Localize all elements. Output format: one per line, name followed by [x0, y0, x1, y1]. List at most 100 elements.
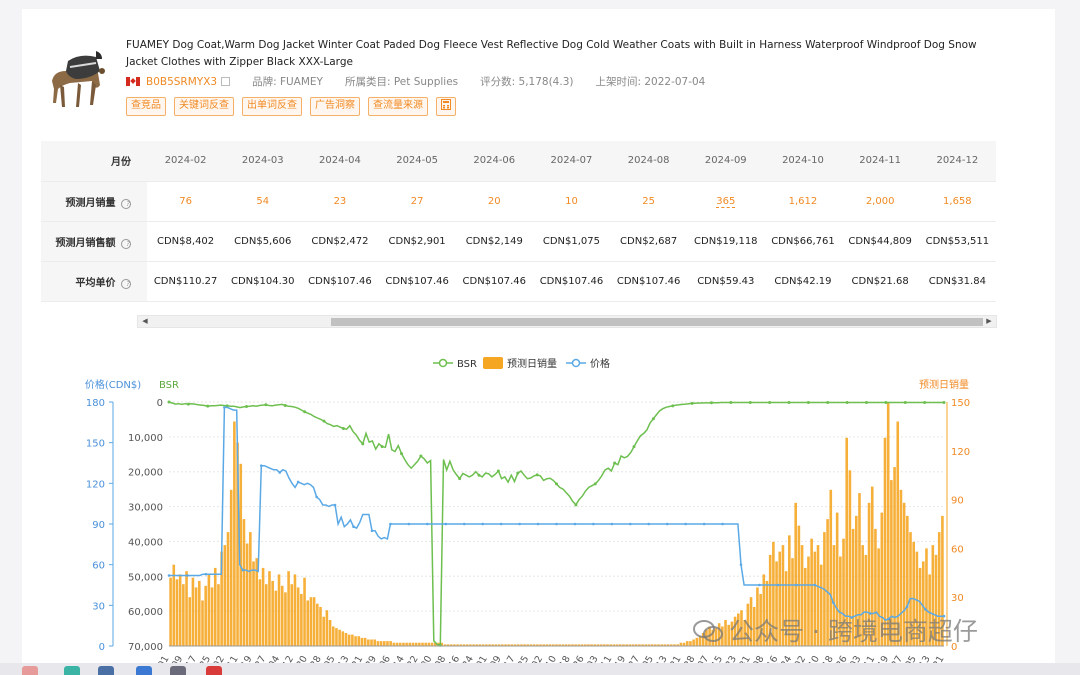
help-icon[interactable]: ? [121, 198, 131, 209]
tag-keyword-reverse-button[interactable]: 关键词反查 [174, 97, 234, 116]
app-icon[interactable] [206, 666, 222, 675]
daily-sales-bar [175, 579, 179, 646]
table-cell: CDN$107.46 [378, 261, 456, 302]
product-title: FUAMEY Dog Coat,Warm Dog Jacket Winter C… [126, 39, 977, 68]
table-header-row: 月份 2024-02 2024-03 2024-04 2024-05 2024-… [41, 141, 996, 182]
price-point [481, 522, 484, 526]
daily-sales-bar [207, 574, 211, 646]
daily-sales-bar [229, 489, 233, 646]
dog-jacket-product-image[interactable] [40, 45, 108, 115]
tag-order-keyword-button[interactable]: 出单词反查 [242, 97, 302, 116]
app-icon[interactable] [98, 666, 114, 675]
row-label: 平均单价 ? [41, 261, 147, 302]
table-cell: 2,000 [841, 181, 919, 222]
daily-sales-bar [373, 639, 377, 646]
bsr-point [613, 461, 617, 465]
table-cell: 20 [455, 181, 533, 222]
table-cell: CDN$5,606 [224, 221, 302, 262]
daily-sales-bar [379, 641, 383, 646]
month-col: 2024-12 [918, 141, 996, 182]
table-cell: CDN$59.43 [687, 261, 765, 302]
brand-label: 品牌: FUAMEY [252, 76, 323, 88]
asin-link[interactable]: B0B5SRMYX3 [146, 76, 217, 88]
price-point [370, 529, 374, 533]
scroll-left-icon[interactable]: ◀ [138, 316, 152, 327]
table-cell: CDN$110.27 [147, 261, 225, 302]
sales-legend-marker [483, 357, 503, 369]
price-point [499, 522, 503, 526]
bsr-point [283, 403, 287, 407]
price-point [684, 522, 687, 526]
daily-sales-bar [194, 587, 198, 646]
table-cell: CDN$107.46 [610, 261, 688, 302]
app-icon[interactable] [136, 666, 152, 675]
table-cell: 10 [532, 181, 611, 222]
daily-sales-bar [210, 587, 214, 646]
daily-sales-bar [226, 532, 230, 646]
daily-sales-bar [287, 571, 290, 646]
daily-sales-bar [245, 543, 249, 646]
bsr-point [768, 401, 772, 405]
tag-traffic-source-button[interactable]: 查流量来源 [368, 97, 428, 116]
external-link-icon[interactable] [221, 77, 231, 86]
bsr-tick-label: 10,000 [128, 433, 163, 444]
app-icon[interactable] [22, 666, 38, 675]
daily-sales-bar [325, 610, 329, 646]
month-col: 2024-09 [687, 141, 765, 182]
price-point [813, 583, 817, 587]
month-col: 2024-06 [455, 141, 533, 182]
bsr-point [845, 401, 849, 405]
table-cell[interactable]: 365 [687, 181, 765, 222]
sales-tick-label: 150 [951, 398, 970, 409]
scroll-right-icon[interactable]: ▶ [982, 316, 996, 327]
daily-sales-bar [191, 577, 195, 646]
daily-sales-bar [271, 580, 274, 646]
daily-sales-bar [172, 564, 176, 646]
sales-tick-label: 60 [951, 544, 964, 555]
bsr-point [535, 473, 539, 477]
bsr-tick-label: 70,000 [128, 642, 163, 653]
price-tick-label: 150 [86, 439, 105, 450]
daily-sales-bar [367, 639, 370, 646]
bsr-tick-label: 50,000 [128, 572, 163, 583]
price-point [223, 406, 226, 409]
help-icon[interactable]: ? [121, 238, 131, 249]
scroll-thumb[interactable] [331, 318, 983, 326]
price-point [555, 522, 558, 526]
daily-sales-bar [351, 634, 354, 646]
table-cell: CDN$107.46 [455, 261, 533, 302]
bsr-point [593, 482, 597, 486]
price-point [831, 601, 835, 604]
help-icon[interactable]: ? [121, 278, 131, 289]
daily-sales-bar [284, 592, 287, 646]
daily-sales-bar [249, 532, 252, 646]
bsr-point [942, 401, 946, 405]
daily-sales-bar [268, 571, 271, 646]
daily-sales-bar [360, 637, 364, 646]
app-icon[interactable] [170, 666, 186, 675]
calculator-icon[interactable] [436, 97, 456, 116]
daily-sales-bar [689, 641, 692, 646]
bsr-point [458, 477, 462, 481]
tag-competitors-button[interactable]: 查竞品 [126, 97, 166, 116]
daily-sales-bar [277, 574, 281, 646]
table-cell: CDN$42.19 [764, 261, 842, 302]
daily-sales-bar [322, 616, 325, 646]
price-point [296, 480, 300, 484]
daily-sales-bar [290, 584, 294, 646]
tag-ad-insight-button[interactable]: 广告洞察 [310, 97, 360, 116]
sales-axis-title: 预测日销量 [919, 378, 969, 391]
price-point [776, 583, 780, 587]
table-cell: CDN$107.46 [532, 261, 611, 302]
price-point [721, 522, 724, 526]
daily-sales-bar [182, 584, 185, 646]
product-header: FUAMEY Dog Coat,Warm Dog Jacket Winter C… [40, 37, 1040, 127]
row-label: 预测月销售额 ? [41, 221, 147, 262]
table-cell: CDN$2,472 [301, 221, 379, 262]
app-icon[interactable] [64, 666, 80, 675]
wechat-watermark: 公众号 · 跨境电商超仔 [693, 612, 978, 648]
table-cell: CDN$21.68 [841, 261, 919, 302]
table-horizontal-scrollbar[interactable]: ◀ ▶ [137, 315, 997, 328]
price-point [573, 522, 577, 526]
daily-sales-bar [341, 631, 345, 646]
